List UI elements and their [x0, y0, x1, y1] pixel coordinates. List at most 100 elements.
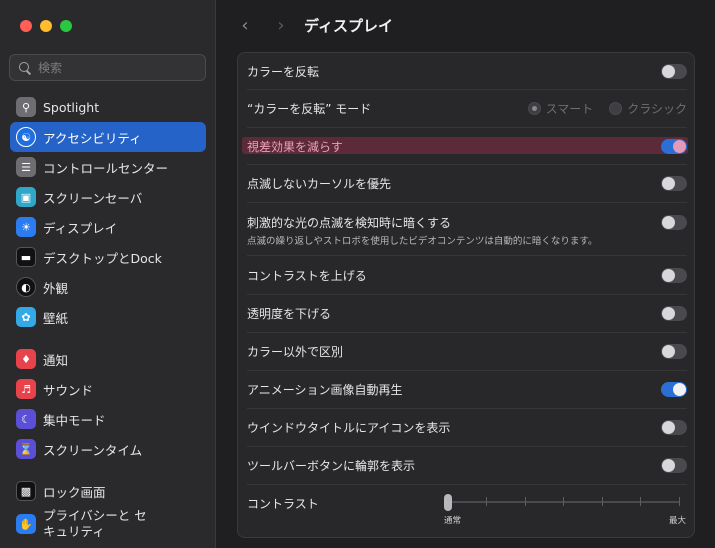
sidebar-item-screentime[interactable]: ⌛ スクリーンタイム [10, 434, 206, 464]
main-content: ‹ › ディスプレイ カラーを反転 “カラーを反転” モード スマート クラシッ… [216, 0, 715, 548]
invert-mode-label: “カラーを反転” モード [247, 102, 372, 116]
focus-icon: ☾ [16, 409, 36, 429]
sidebar-item-label: コントロールセンター [43, 160, 169, 176]
settings-window: ⚲ Spotlight ☯ アクセシビリティ ☰ コントロールセンター ▣ スク… [0, 0, 715, 548]
dim-flashing-lights-description: 点滅の繰り返しやストロボを使用したビデオコンテンツは自動的に暗くなります。 [247, 236, 598, 247]
toolbar-button-shapes-label: ツールバーボタンに輪郭を表示 [247, 459, 416, 473]
slider-min-label: 通常 [444, 516, 462, 526]
sidebar-item-label: プライバシーと セキュリティ [43, 508, 147, 539]
sidebar-item-label: 集中モード [43, 412, 106, 428]
reduce-transparency-row: 透明度を下げる [247, 295, 687, 333]
toolbar-button-shapes-row: ツールバーボタンに輪郭を表示 [247, 447, 687, 485]
display-icon: ☀ [16, 217, 36, 237]
sidebar: ⚲ Spotlight ☯ アクセシビリティ ☰ コントロールセンター ▣ スク… [0, 0, 216, 548]
dim-flashing-lights-toggle[interactable] [661, 214, 687, 230]
non-blinking-cursor-label: 点滅しないカーソルを優先 [247, 177, 392, 191]
slider-tick [525, 497, 526, 506]
forward-button[interactable]: › [266, 10, 296, 40]
increase-contrast-toggle[interactable] [661, 267, 687, 283]
search-icon [18, 61, 32, 75]
appearance-icon: ◐ [16, 277, 36, 297]
sidebar-item-label: ディスプレイ [43, 220, 118, 236]
slider-tick [486, 497, 487, 506]
sidebar-item-focus[interactable]: ☾ 集中モード [10, 404, 206, 434]
control-center-icon: ☰ [16, 157, 36, 177]
sidebar-item-privacy[interactable]: ✋ プライバシーと セキュリティ [10, 506, 206, 542]
autoplay-animated-images-toggle[interactable] [661, 382, 687, 397]
zoom-button[interactable] [60, 20, 72, 32]
sidebar-item-label: 通知 [43, 352, 69, 368]
invert-colors-toggle[interactable] [661, 63, 687, 79]
radio-selected-icon [527, 102, 541, 115]
screensaver-icon: ▣ [16, 187, 36, 207]
invert-mode-row: “カラーを反転” モード スマート クラシック [247, 90, 687, 128]
sidebar-nav: ⚲ Spotlight ☯ アクセシビリティ ☰ コントロールセンター ▣ スク… [10, 92, 206, 542]
sidebar-item-label: 壁紙 [43, 310, 69, 326]
sidebar-item-label: スクリーンセーバ [43, 190, 143, 206]
non-blinking-cursor-toggle[interactable] [661, 176, 687, 191]
non-blinking-cursor-row: 点滅しないカーソルを優先 [247, 165, 687, 203]
reduce-motion-label: 視差効果を減らす [247, 139, 343, 154]
radio-label: スマート [545, 102, 594, 116]
differentiate-without-color-toggle[interactable] [661, 344, 687, 359]
reduce-transparency-label: 透明度を下げる [247, 307, 332, 321]
reduce-transparency-toggle[interactable] [661, 306, 687, 321]
screentime-icon: ⌛ [16, 439, 36, 459]
sidebar-item-label: アクセシビリティ [43, 130, 142, 146]
sidebar-item-label: ロック画面 [43, 484, 106, 500]
sidebar-item-notifications[interactable]: ♦ 通知 [10, 344, 206, 374]
radio-unselected-icon [609, 102, 623, 115]
spotlight-icon: ⚲ [16, 97, 36, 117]
sidebar-item-label: サウンド [43, 382, 94, 398]
sidebar-item-label: デスクトップとDock [43, 250, 162, 266]
sidebar-item-label: Spotlight [43, 99, 100, 115]
sidebar-item-spotlight[interactable]: ⚲ Spotlight [10, 92, 206, 122]
slider-track [448, 501, 680, 503]
sidebar-item-control-center[interactable]: ☰ コントロールセンター [10, 152, 206, 182]
sidebar-item-wallpaper[interactable]: ✿ 壁紙 [10, 302, 206, 332]
slider-tick [679, 497, 680, 506]
autoplay-animated-images-row: アニメーション画像自動再生 [247, 371, 687, 409]
dock-icon: ▬ [16, 247, 36, 267]
autoplay-animated-images-label: アニメーション画像自動再生 [247, 383, 403, 397]
slider-tick [602, 497, 603, 506]
reduce-motion-toggle[interactable] [661, 138, 687, 154]
search-field[interactable] [9, 54, 206, 81]
radio-label: クラシック [627, 102, 687, 116]
sidebar-item-lock-screen[interactable]: ▩ ロック画面 [10, 476, 206, 506]
sidebar-item-accessibility[interactable]: ☯ アクセシビリティ [10, 122, 206, 152]
page-title: ディスプレイ [304, 16, 393, 35]
notifications-icon: ♦ [16, 349, 36, 369]
lock-screen-icon: ▩ [16, 481, 36, 501]
wallpaper-icon: ✿ [16, 307, 36, 327]
differentiate-without-color-label: カラー以外で区別 [247, 345, 344, 359]
back-button[interactable]: ‹ [230, 10, 260, 40]
invert-mode-classic-radio[interactable]: クラシック [609, 100, 687, 117]
slider-tick [640, 497, 641, 506]
sidebar-item-screensaver[interactable]: ▣ スクリーンセーバ [10, 182, 206, 212]
accessibility-icon: ☯ [16, 127, 36, 147]
close-button[interactable] [20, 20, 32, 32]
search-input[interactable] [38, 60, 198, 75]
increase-contrast-label: コントラストを上げる [247, 268, 367, 283]
differentiate-without-color-row: カラー以外で区別 [247, 333, 687, 371]
sidebar-item-appearance[interactable]: ◐ 外観 [10, 272, 206, 302]
sidebar-item-label: スクリーンタイム [43, 442, 143, 458]
sound-icon: ♬ [16, 379, 36, 399]
sidebar-item-desktop-dock[interactable]: ▬ デスクトップとDock [10, 242, 206, 272]
contrast-slider[interactable]: 通常 最大 [444, 494, 686, 530]
sidebar-item-label: 外観 [43, 280, 69, 296]
sidebar-item-display[interactable]: ☀ ディスプレイ [10, 212, 206, 242]
dim-flashing-lights-label: 刺激的な光の点滅を検知時に暗くする [247, 215, 452, 230]
traffic-lights [20, 20, 72, 32]
settings-panel: カラーを反転 “カラーを反転” モード スマート クラシック 視差効果を減らす … [237, 52, 695, 538]
window-title-icons-toggle[interactable] [661, 420, 687, 435]
minimize-button[interactable] [40, 20, 52, 32]
sidebar-item-sound[interactable]: ♬ サウンド [10, 374, 206, 404]
slider-knob[interactable] [444, 494, 452, 511]
slider-max-label: 最大 [668, 516, 686, 526]
toolbar-button-shapes-toggle[interactable] [661, 458, 687, 473]
invert-mode-smart-radio[interactable]: スマート [527, 100, 594, 117]
